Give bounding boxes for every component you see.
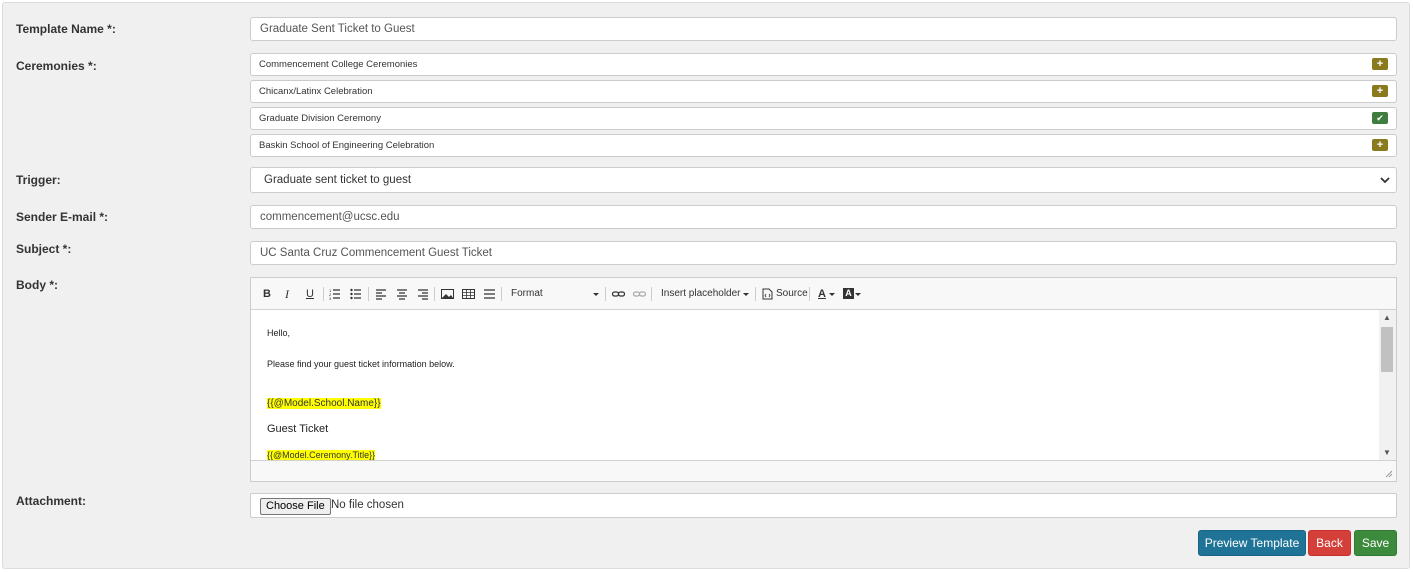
toolbar-separator xyxy=(501,287,502,301)
ceremony-item[interactable]: Baskin School of Engineering Celebration… xyxy=(250,134,1397,157)
unlink-icon[interactable] xyxy=(633,287,646,301)
trigger-value: Graduate sent ticket to guest xyxy=(264,174,412,186)
toolbar-separator xyxy=(755,287,756,301)
bulleted-list-icon[interactable] xyxy=(350,287,362,301)
toolbar-separator xyxy=(368,287,369,301)
body-heading: Guest Ticket xyxy=(267,423,329,435)
choose-file-button[interactable]: Choose File xyxy=(260,498,331,515)
caret-down-icon xyxy=(855,293,861,296)
editor-content[interactable]: Hello, Please find your guest ticket inf… xyxy=(251,310,1380,460)
table-icon[interactable] xyxy=(462,287,475,301)
body-label: Body *: xyxy=(16,278,58,292)
editor-toolbar: B I U 123 Format Insert placeholder Sour… xyxy=(251,278,1396,310)
horizontal-line-icon[interactable] xyxy=(483,287,496,301)
ceremony-name: Graduate Division Ceremony xyxy=(259,113,381,124)
template-name-input[interactable]: Graduate Sent Ticket to Guest xyxy=(250,17,1397,41)
preview-template-button[interactable]: Preview Template xyxy=(1198,530,1306,556)
svg-text:3: 3 xyxy=(329,296,332,301)
rich-text-editor[interactable]: B I U 123 Format Insert placeholder Sour… xyxy=(250,277,1397,482)
underline-button[interactable]: U xyxy=(306,287,314,301)
background-color-icon[interactable]: A xyxy=(843,288,854,299)
align-center-icon[interactable] xyxy=(396,287,408,301)
italic-button[interactable]: I xyxy=(285,287,289,301)
scroll-down-icon[interactable]: ▼ xyxy=(1383,448,1391,457)
save-button[interactable]: Save xyxy=(1354,530,1397,556)
trigger-label: Trigger: xyxy=(16,173,61,187)
numbered-list-icon[interactable]: 123 xyxy=(329,287,341,301)
editor-scrollbar[interactable]: ▲ ▼ xyxy=(1379,310,1396,460)
ceremony-name: Chicanx/Latinx Celebration xyxy=(259,86,373,97)
text-color-icon[interactable]: A xyxy=(818,287,826,301)
ceremony-item[interactable]: Chicanx/Latinx Celebration + xyxy=(250,80,1397,103)
scroll-thumb[interactable] xyxy=(1381,327,1393,372)
add-ceremony-icon[interactable]: + xyxy=(1372,58,1388,70)
caret-down-icon xyxy=(593,293,599,296)
align-left-icon[interactable] xyxy=(375,287,387,301)
attachment-input[interactable]: Choose File No file chosen xyxy=(250,493,1397,518)
image-icon[interactable] xyxy=(441,287,454,301)
toolbar-separator xyxy=(434,287,435,301)
caret-down-icon xyxy=(829,293,835,296)
trigger-select[interactable]: Graduate sent ticket to guest xyxy=(250,167,1397,193)
source-button[interactable]: Source xyxy=(776,287,808,301)
ceremony-item[interactable]: Commencement College Ceremonies + xyxy=(250,53,1397,76)
subject-input[interactable]: UC Santa Cruz Commencement Guest Ticket xyxy=(250,241,1397,265)
check-icon[interactable]: ✔ xyxy=(1372,112,1388,124)
placeholder-token: {{@Model.School.Name}} xyxy=(267,398,381,409)
source-icon[interactable] xyxy=(762,287,773,301)
back-button[interactable]: Back xyxy=(1308,530,1351,556)
toolbar-separator xyxy=(605,287,606,301)
resize-handle-icon[interactable] xyxy=(1385,470,1393,478)
attachment-label: Attachment: xyxy=(16,494,87,508)
toolbar-separator xyxy=(651,287,652,301)
format-dropdown-label[interactable]: Format xyxy=(511,287,543,301)
sender-email-input[interactable]: commencement@ucsc.edu xyxy=(250,205,1397,229)
toolbar-separator xyxy=(809,287,810,301)
align-right-icon[interactable] xyxy=(417,287,429,301)
placeholder-token: {{@Model.Ceremony.Title}} xyxy=(267,450,376,460)
editor-resize-bar xyxy=(251,460,1396,481)
file-status: No file chosen xyxy=(331,499,404,511)
caret-down-icon xyxy=(743,293,749,296)
chevron-down-icon xyxy=(1380,177,1390,184)
subject-label: Subject *: xyxy=(16,242,72,256)
body-text: Please find your guest ticket informatio… xyxy=(267,359,455,369)
add-ceremony-icon[interactable]: + xyxy=(1372,85,1388,97)
template-name-label: Template Name *: xyxy=(16,22,116,36)
ceremony-name: Baskin School of Engineering Celebration xyxy=(259,140,435,151)
ceremony-name: Commencement College Ceremonies xyxy=(259,59,418,70)
scroll-up-icon[interactable]: ▲ xyxy=(1383,313,1391,322)
add-ceremony-icon[interactable]: + xyxy=(1372,139,1388,151)
insert-placeholder-dropdown[interactable]: Insert placeholder xyxy=(661,287,741,301)
ceremony-item[interactable]: Graduate Division Ceremony ✔ xyxy=(250,107,1397,130)
bold-button[interactable]: B xyxy=(263,287,271,301)
sender-email-label: Sender E-mail *: xyxy=(16,210,109,224)
ceremonies-label: Ceremonies *: xyxy=(16,59,97,73)
toolbar-separator xyxy=(323,287,324,301)
body-text: Hello, xyxy=(267,328,291,338)
link-icon[interactable] xyxy=(612,287,625,301)
